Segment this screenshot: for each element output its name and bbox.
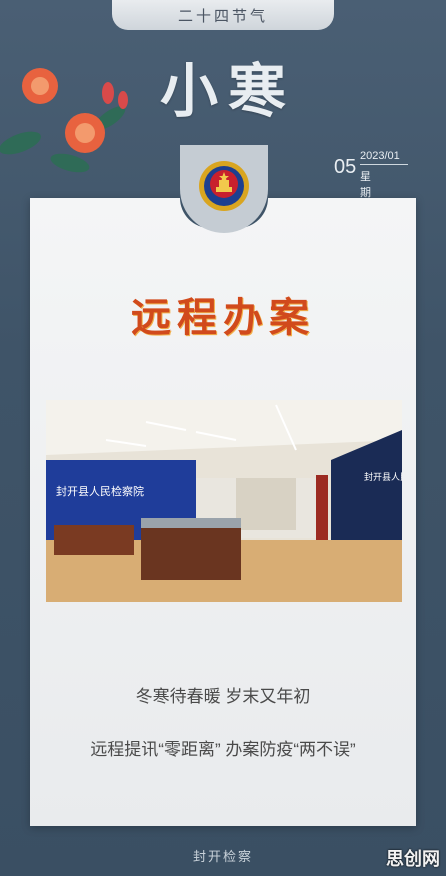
caption-line-2: 远程提讯“零距离” 办案防疫“两不误” <box>90 740 356 759</box>
room-sign-right: 封开县人民 <box>364 471 402 483</box>
solar-term-tab: 二十四节气 <box>112 0 334 30</box>
date-year-month: 2023/01 <box>360 150 408 165</box>
room-sign-left: 封开县人民检察院 <box>56 484 144 498</box>
flower-decoration <box>0 68 128 173</box>
site-watermark: 思创网 <box>386 849 440 869</box>
caption-line-1: 冬寒待春暖 岁末又年初 <box>135 687 311 706</box>
footer-label: 封开检察 <box>192 850 253 865</box>
date-day: 05 <box>334 156 357 178</box>
courtroom-photo: 封开县人民检察院 封开县人民 <box>46 400 402 602</box>
solar-term-title: 小寒 <box>160 57 297 125</box>
solar-term-label: 二十四节气 <box>177 6 268 25</box>
headline: 远程办案 <box>131 294 315 341</box>
procuratorate-emblem-icon <box>199 161 249 211</box>
